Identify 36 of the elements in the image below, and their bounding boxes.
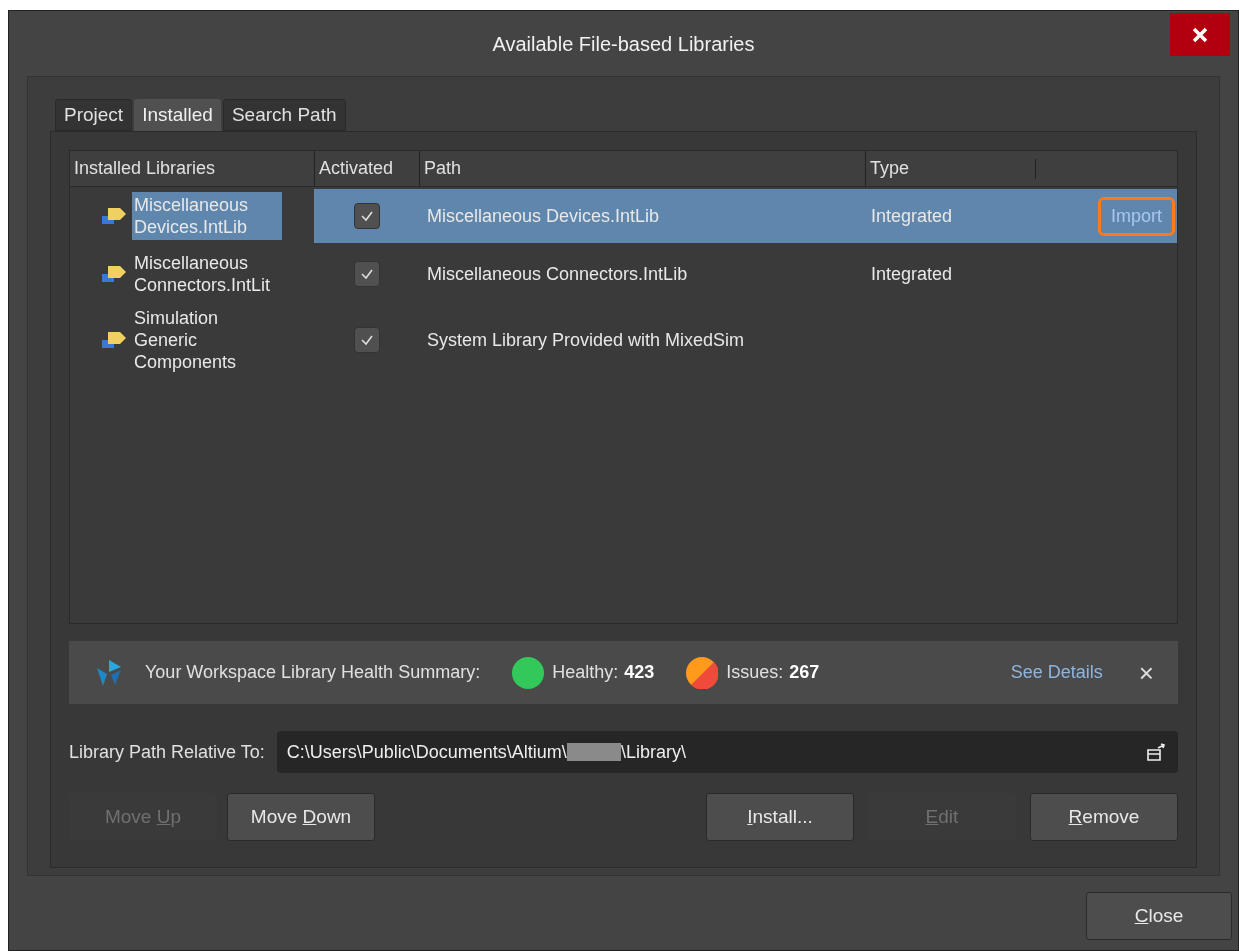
healthy-label: Healthy: [552, 661, 619, 684]
table-cell-text: System Library Provided with MixedSim [426, 328, 746, 352]
tab[interactable]: Installed [134, 99, 221, 131]
dialog-button[interactable]: Move Down [227, 793, 375, 841]
check-icon [359, 334, 374, 346]
table-cell: Integrated [871, 263, 953, 284]
issues-dot-icon [686, 656, 719, 689]
library-name[interactable]: Simulation Generic Components [132, 305, 282, 375]
column-header[interactable]: Path [419, 151, 865, 186]
health-label: Your Workspace Library Health Summary: [145, 661, 481, 684]
tab[interactable]: Project [55, 99, 133, 131]
column-header[interactable]: Installed Libraries [70, 151, 314, 186]
check-icon [359, 268, 374, 280]
window-title: Available File-based Libraries [492, 31, 755, 57]
dialog-button[interactable]: Install... [706, 793, 854, 841]
path-label: Library Path Relative To: [69, 740, 265, 764]
column-header[interactable]: Type [865, 151, 1035, 186]
tab[interactable]: Search Path [222, 99, 346, 131]
check-icon [359, 210, 374, 222]
path-field[interactable]: C:\Users\Public\Documents\Altium\ \Library\ [276, 731, 1178, 773]
checkbox[interactable] [353, 327, 380, 353]
see-details-link[interactable]: See Details [1010, 659, 1103, 686]
dialog-button[interactable]: Remove [1030, 793, 1178, 841]
issues-label: Issues: [726, 661, 784, 684]
healthy-count: 423 [624, 661, 655, 684]
library-name[interactable]: Miscellaneous Connectors.IntLit [132, 250, 282, 298]
checkbox[interactable] [353, 203, 380, 229]
table-cell-text: Miscellaneous Devices.IntLib [426, 204, 661, 228]
issues-count: 267 [789, 661, 820, 684]
close-button[interactable]: × [1138, 659, 1154, 686]
table-cell-text: Miscellaneous Connectors.IntLib [426, 262, 689, 286]
table-cell: Integrated [871, 205, 953, 226]
dialog-button[interactable]: Close [1086, 892, 1232, 940]
checkbox[interactable] [353, 261, 380, 287]
column-header[interactable]: Activated [314, 151, 419, 186]
close-icon[interactable] [1170, 13, 1230, 56]
